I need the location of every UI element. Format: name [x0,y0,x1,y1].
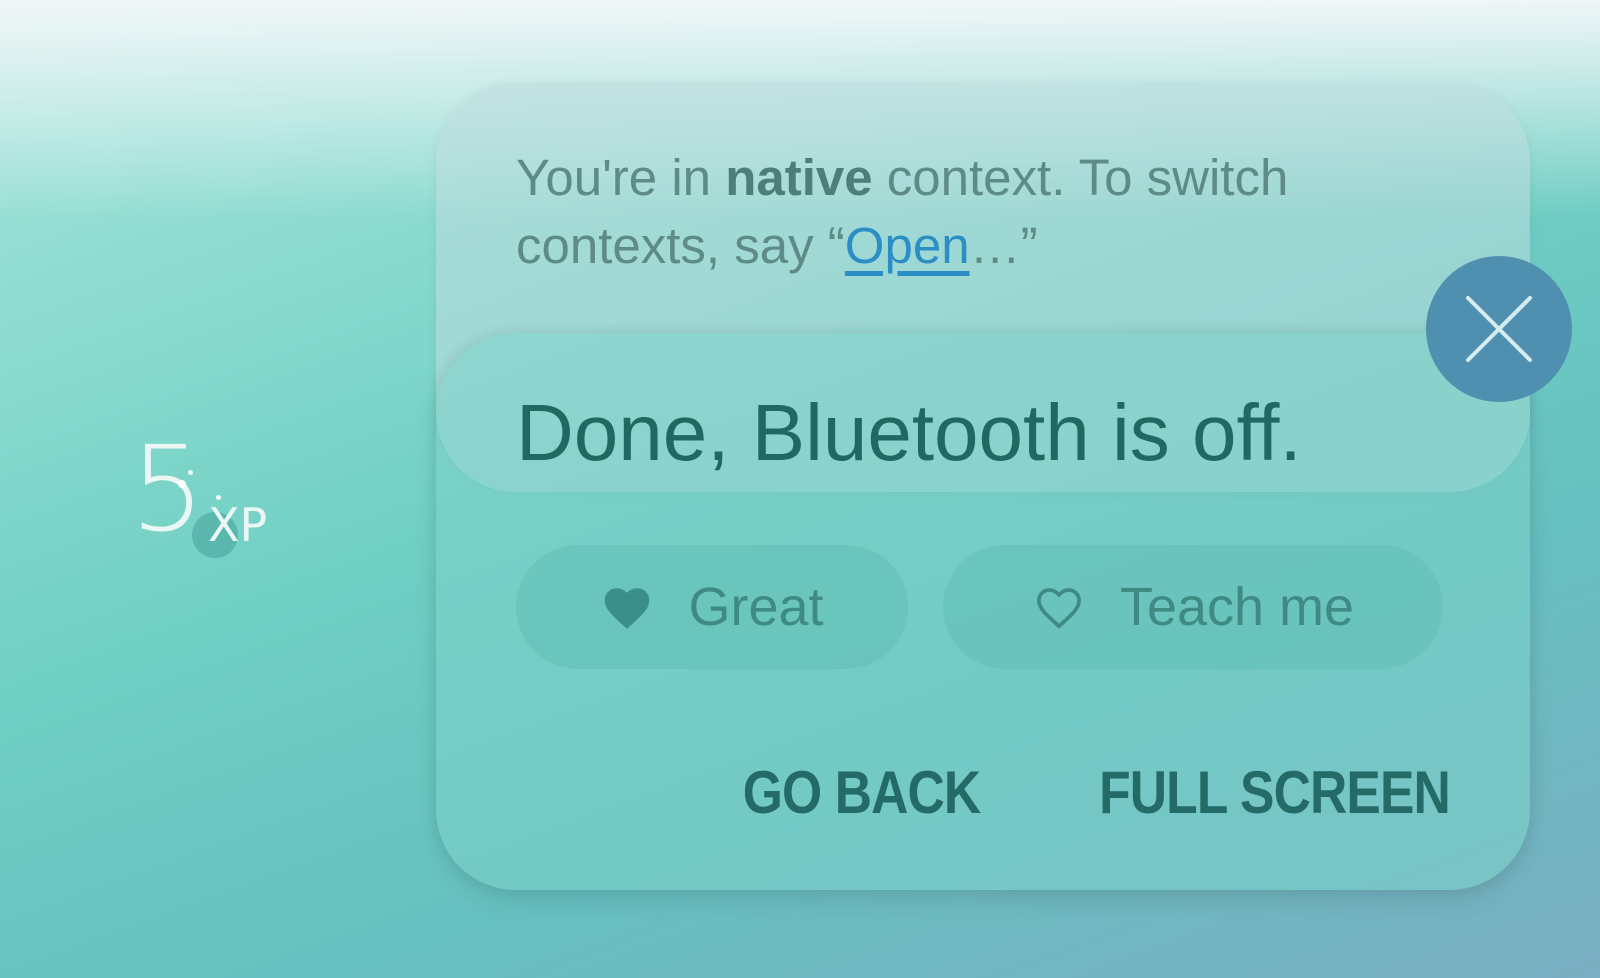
great-chip-button[interactable]: Great [516,545,908,669]
sparkle-icon [188,470,193,475]
full-screen-button[interactable]: FULL SCREEN [1099,763,1451,823]
great-label: Great [688,577,824,637]
sparkle-icon [178,480,186,488]
open-link[interactable]: Open [845,217,970,274]
action-bar: GO BACK FULL SCREEN [704,763,1450,823]
close-button[interactable] [1426,256,1572,402]
sparkle-icon [216,495,221,500]
context-hint-text: You're in native context. To switch cont… [516,144,1436,280]
xp-unit: XP [208,498,268,552]
teach-me-chip-button[interactable]: Teach me [943,545,1443,669]
close-icon [1466,296,1532,362]
heart-filled-icon [605,588,650,629]
context-text-prefix: You're in [516,149,726,206]
go-back-button[interactable]: GO BACK [742,763,981,823]
xp-value: 5 [130,420,206,558]
teach-me-label: Teach me [1119,577,1355,637]
context-name: native [725,149,873,206]
xp-badge: 5 XP [130,430,300,580]
response-card: Done, Bluetooth is off. Great Teach me G… [436,333,1530,890]
context-text-suffix: …” [969,217,1038,274]
response-title: Done, Bluetooth is off. [516,388,1302,477]
heart-outline-icon [1037,588,1081,629]
